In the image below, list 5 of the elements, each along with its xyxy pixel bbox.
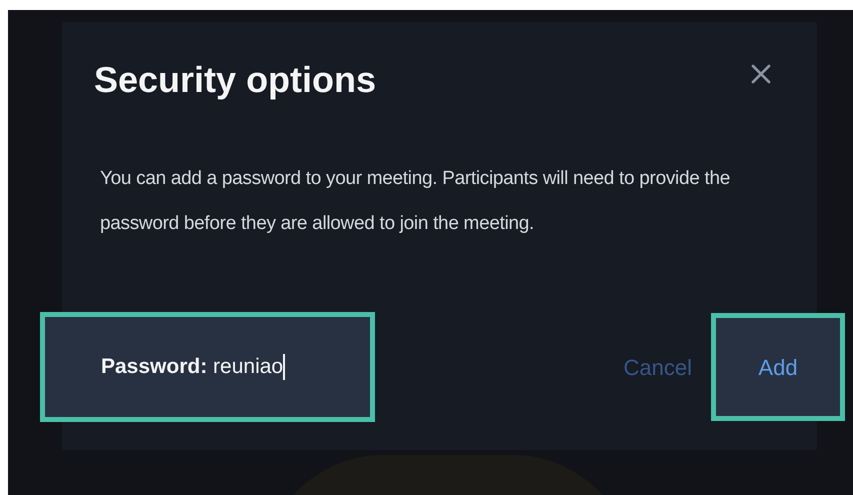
dialog-title: Security options — [94, 62, 376, 98]
add-button[interactable]: Add — [711, 313, 845, 421]
description: You can add a password to your meeting. Participants will need to provide the password before they are allowed to join the meeting. — [100, 167, 731, 236]
password-field[interactable]: Password: reuniao — [40, 312, 375, 422]
cancel-button[interactable]: Cancel — [616, 313, 699, 421]
